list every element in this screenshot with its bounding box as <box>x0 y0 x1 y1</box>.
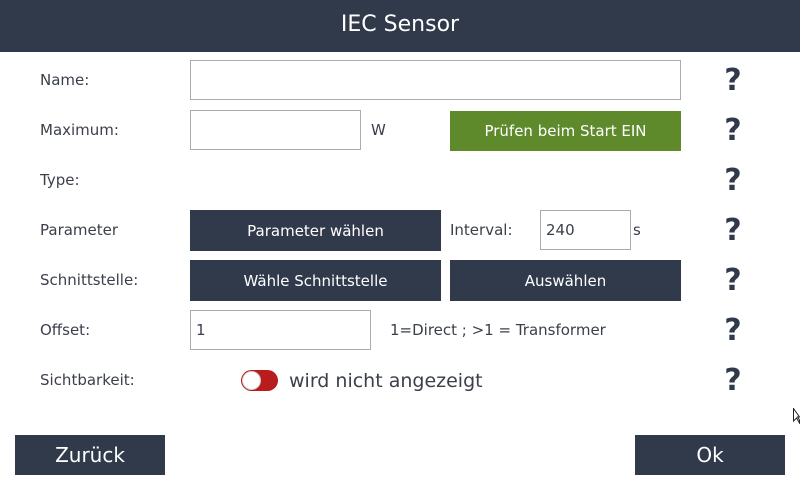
help-name-icon[interactable]: ? <box>722 63 744 99</box>
name-input[interactable] <box>190 60 681 100</box>
mouse-cursor-icon <box>793 408 800 424</box>
window-title: IEC Sensor <box>340 12 460 37</box>
visibility-label: Sichtbarkeit: <box>40 371 135 389</box>
interface-label: Schnittstelle: <box>40 271 139 289</box>
ok-button[interactable]: Ok <box>635 435 785 475</box>
name-label: Name: <box>40 71 90 89</box>
help-interface-icon[interactable]: ? <box>722 263 744 299</box>
maximum-unit: W <box>371 121 386 139</box>
maximum-input[interactable] <box>190 110 361 150</box>
help-type-icon[interactable]: ? <box>722 163 744 199</box>
help-offset-icon[interactable]: ? <box>722 313 744 349</box>
choose-parameter-button[interactable]: Parameter wählen <box>190 210 441 251</box>
interval-input[interactable] <box>540 210 631 250</box>
help-maximum-icon[interactable]: ? <box>722 113 744 149</box>
offset-label: Offset: <box>40 321 91 339</box>
offset-input[interactable] <box>190 310 371 350</box>
offset-hint: 1=Direct ; >1 = Transformer <box>390 321 606 339</box>
interval-unit: s <box>633 221 641 239</box>
toggle-knob <box>242 371 261 390</box>
help-visibility-icon[interactable]: ? <box>722 363 744 399</box>
interval-label: Interval: <box>450 221 513 239</box>
type-label: Type: <box>40 171 80 189</box>
title-bar: IEC Sensor <box>0 0 800 52</box>
visibility-toggle[interactable] <box>241 370 278 391</box>
choose-interface-button[interactable]: Wähle Schnittstelle <box>190 260 441 301</box>
select-interface-button[interactable]: Auswählen <box>450 260 681 301</box>
maximum-label: Maximum: <box>40 121 119 139</box>
back-button[interactable]: Zurück <box>15 435 165 475</box>
help-parameter-icon[interactable]: ? <box>722 213 744 249</box>
parameter-label: Parameter <box>40 221 119 239</box>
check-on-start-button[interactable]: Prüfen beim Start EIN <box>450 111 681 151</box>
visibility-toggle-label: wird nicht angezeigt <box>289 370 483 392</box>
